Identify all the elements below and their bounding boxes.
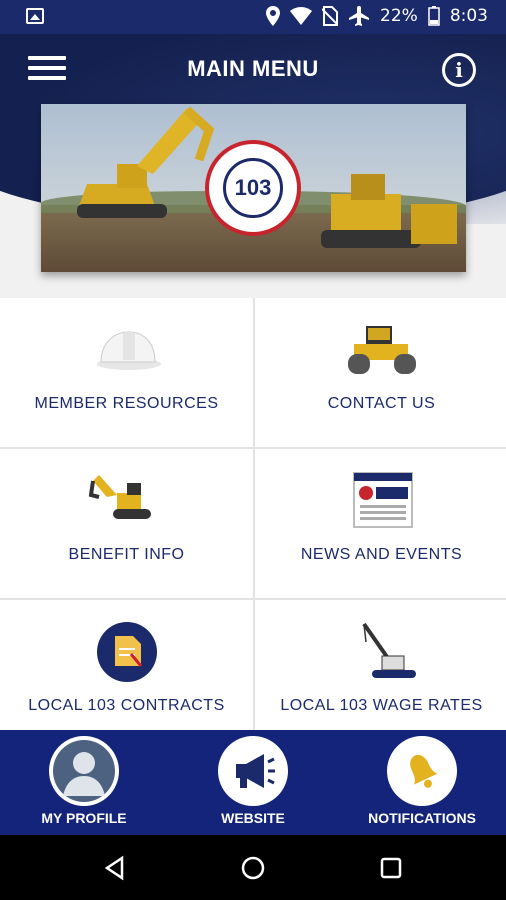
notifications-icon-circle bbox=[387, 736, 457, 806]
tab-label: NOTIFICATIONS bbox=[368, 810, 476, 826]
clock: 8:03 bbox=[449, 6, 488, 26]
battery-percent: 22% bbox=[380, 6, 418, 26]
hard-hat-icon bbox=[96, 331, 161, 370]
back-icon[interactable] bbox=[102, 855, 128, 881]
tab-website[interactable]: WEBSITE bbox=[169, 730, 337, 835]
tile-label: LOCAL 103 CONTRACTS bbox=[28, 697, 225, 714]
contract-document-icon bbox=[96, 622, 157, 682]
website-icon-circle bbox=[218, 736, 288, 806]
recents-icon[interactable] bbox=[378, 855, 404, 881]
page-title: MAIN MENU bbox=[187, 56, 319, 81]
tile-label: BENEFIT INFO bbox=[68, 546, 185, 563]
avatar bbox=[49, 736, 119, 806]
location-icon bbox=[266, 6, 281, 26]
tab-my-profile[interactable]: MY PROFILE bbox=[0, 730, 168, 835]
home-icon[interactable] bbox=[240, 855, 266, 881]
bottom-tab-bar: MY PROFILE WEBSITE NOTIFICATIONS bbox=[0, 730, 506, 835]
wifi-icon bbox=[290, 7, 313, 25]
banner-dozer-graphic bbox=[321, 174, 457, 248]
info-icon[interactable]: i bbox=[442, 53, 476, 87]
excavator-icon bbox=[88, 475, 151, 519]
header: MAIN MENU i 103 bbox=[0, 34, 506, 304]
roller-compactor-icon bbox=[347, 326, 416, 374]
tile-label: NEWS AND EVENTS bbox=[300, 546, 463, 563]
battery-icon bbox=[428, 6, 440, 26]
tile-label: MEMBER RESOURCES bbox=[34, 395, 219, 412]
airplane-icon bbox=[349, 6, 370, 26]
tile-label: CONTACT US bbox=[327, 395, 436, 412]
menu-grid: MEMBER RESOURCES CONTACT US BENEFIT INFO bbox=[0, 298, 506, 734]
tile-local-103-wage-rates[interactable]: LOCAL 103 WAGE RATES bbox=[255, 600, 506, 734]
banner-excavator-graphic bbox=[77, 106, 215, 218]
system-nav-bar bbox=[0, 835, 506, 900]
crane-icon bbox=[361, 622, 416, 678]
status-bar: 22% 8:03 bbox=[0, 0, 506, 34]
tile-label: LOCAL 103 WAGE RATES bbox=[280, 697, 483, 714]
tile-contact-us[interactable]: CONTACT US bbox=[255, 298, 506, 447]
tile-local-103-contracts[interactable]: LOCAL 103 CONTRACTS bbox=[0, 600, 253, 734]
image-icon bbox=[26, 8, 44, 24]
avatar-icon bbox=[53, 740, 115, 802]
bell-icon bbox=[410, 754, 438, 788]
tile-member-resources[interactable]: MEMBER RESOURCES bbox=[0, 298, 253, 447]
tab-label: WEBSITE bbox=[221, 810, 285, 826]
no-sim-icon bbox=[322, 6, 339, 26]
header-banner-image: 103 bbox=[41, 104, 466, 272]
megaphone-icon bbox=[236, 754, 275, 788]
news-icon-word: NEWS bbox=[415, 489, 439, 498]
tab-notifications[interactable]: NOTIFICATIONS bbox=[338, 730, 506, 835]
union-seal-logo: 103 bbox=[205, 140, 301, 236]
status-icons: 22% 8:03 bbox=[266, 6, 488, 26]
tab-label: MY PROFILE bbox=[41, 810, 127, 826]
newspaper-icon bbox=[352, 472, 413, 528]
tile-benefit-info[interactable]: BENEFIT INFO bbox=[0, 449, 253, 598]
tile-news-and-events[interactable]: NEWS NEWS AND EVENTS bbox=[255, 449, 506, 598]
